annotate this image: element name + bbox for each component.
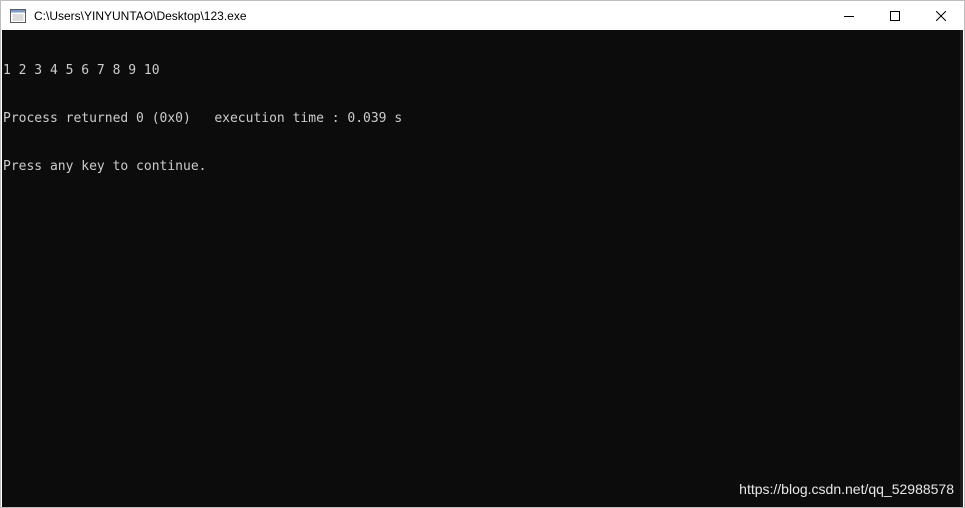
- maximize-button[interactable]: [872, 1, 918, 30]
- minimize-icon: [844, 15, 854, 17]
- window-title: C:\Users\YINYUNTAO\Desktop\123.exe: [34, 8, 247, 23]
- console-area[interactable]: 1 2 3 4 5 6 7 8 9 10 Process returned 0 …: [2, 30, 963, 507]
- vertical-scrollbar[interactable]: [960, 30, 963, 507]
- watermark-text: https://blog.csdn.net/qq_52988578: [739, 481, 954, 497]
- minimize-button[interactable]: [826, 1, 872, 30]
- maximize-icon: [890, 10, 900, 21]
- console-app-icon[interactable]: [10, 8, 26, 24]
- window-controls: [826, 1, 964, 30]
- console-line-process-returned: Process returned 0 (0x0) execution time …: [3, 111, 403, 126]
- console-line-press-any-key: Press any key to continue.: [3, 159, 207, 174]
- close-button[interactable]: [918, 1, 964, 30]
- close-icon: [936, 10, 946, 21]
- console-output: 1 2 3 4 5 6 7 8 9 10 Process returned 0 …: [2, 30, 963, 207]
- title-bar[interactable]: C:\Users\YINYUNTAO\Desktop\123.exe: [1, 1, 964, 30]
- console-window: C:\Users\YINYUNTAO\Desktop\123.exe 1 2 3…: [0, 0, 965, 508]
- console-line-numbers: 1 2 3 4 5 6 7 8 9 10: [3, 63, 160, 78]
